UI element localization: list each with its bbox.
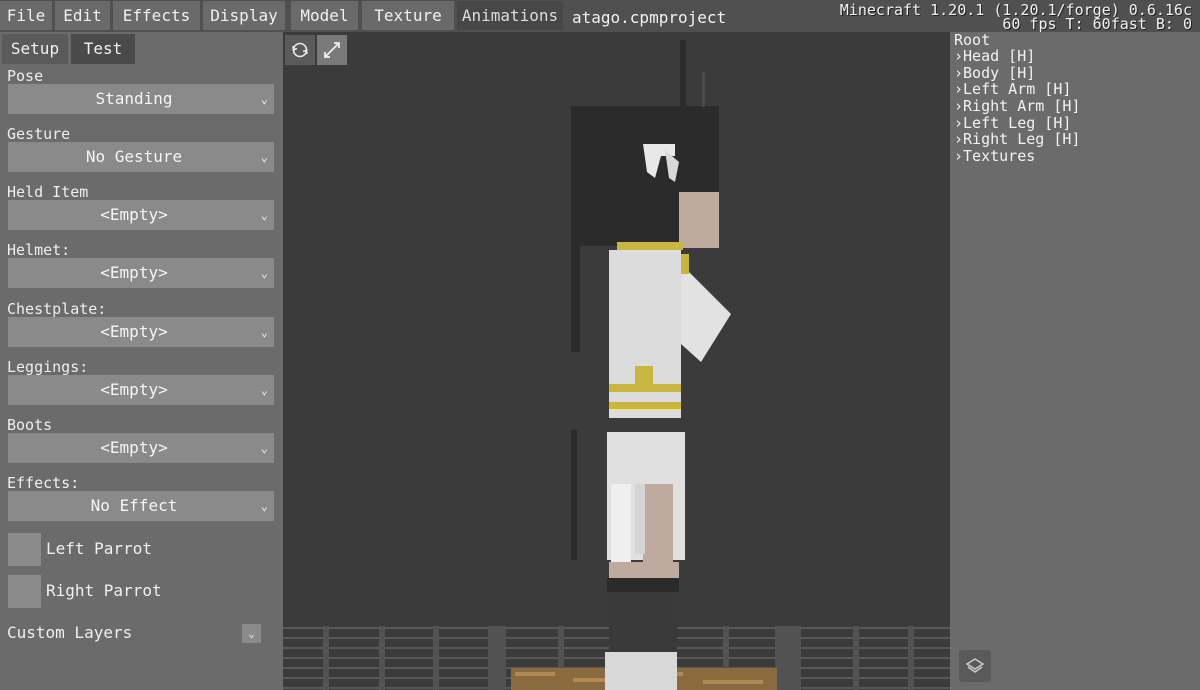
menu-edit[interactable]: Edit <box>55 1 110 30</box>
right-parrot-label: Right Parrot <box>46 581 162 600</box>
chevron-down-icon: ⌄ <box>260 383 268 397</box>
chestplate-dropdown[interactable]: <Empty> ⌄ <box>8 317 274 347</box>
layers-icon <box>965 658 985 673</box>
helmet-label: Helmet: <box>7 241 71 259</box>
fps-readout: 60 fps T: 60fast B: 0 <box>1002 15 1192 33</box>
tree-item-label: Textures <box>963 147 1036 165</box>
tree-item-label: Head [H] <box>963 47 1036 65</box>
chevron-right-icon: › <box>954 147 964 165</box>
chevron-right-icon: › <box>954 97 964 115</box>
gesture-dropdown[interactable]: No Gesture ⌄ <box>8 142 274 172</box>
left-parrot-checkbox[interactable] <box>8 533 41 566</box>
tree-item-left-arm[interactable]: ›Left Arm [H] <box>954 81 1071 98</box>
tree-item-label: Left Arm [H] <box>963 80 1072 98</box>
menu-file[interactable]: File <box>0 1 52 30</box>
tree-item-head[interactable]: ›Head [H] <box>954 48 1035 65</box>
held-item-label: Held Item <box>7 183 89 201</box>
gesture-value: No Gesture <box>85 147 183 166</box>
tab-setup[interactable]: Setup <box>2 34 68 64</box>
menu-effects[interactable]: Effects <box>113 1 200 30</box>
pose-label: Pose <box>7 67 44 85</box>
tree-item-right-arm[interactable]: ›Right Arm [H] <box>954 98 1080 115</box>
held-item-value: <Empty> <box>100 205 168 224</box>
boots-dropdown[interactable]: <Empty> ⌄ <box>8 433 274 463</box>
boots <box>607 578 679 592</box>
pose-dropdown[interactable]: Standing ⌄ <box>8 84 274 114</box>
test-panel: Setup Test Pose Standing ⌄ Gesture No Ge… <box>0 32 283 690</box>
model-tree-panel: Root ›Head [H] ›Body [H] ›Left Arm [H] ›… <box>950 32 1200 690</box>
model-viewport[interactable] <box>283 32 950 690</box>
leggings-value: <Empty> <box>100 380 168 399</box>
effects-dropdown[interactable]: No Effect ⌄ <box>8 491 274 521</box>
chevron-down-icon[interactable]: ⌄ <box>242 624 261 643</box>
menu-display[interactable]: Display <box>203 1 285 30</box>
custom-layers-label: Custom Layers <box>7 623 133 642</box>
pose-value: Standing <box>95 89 173 108</box>
tree-item-label: Right Arm [H] <box>963 97 1081 115</box>
chestplate-label: Chestplate: <box>7 300 107 318</box>
chevron-down-icon: ⌄ <box>260 325 268 339</box>
tab-texture[interactable]: Texture <box>362 1 454 30</box>
effects-label: Effects: <box>7 474 80 492</box>
chevron-down-icon: ⌄ <box>260 441 268 455</box>
helmet-dropdown[interactable]: <Empty> ⌄ <box>8 258 274 288</box>
chevron-right-icon: › <box>954 80 964 98</box>
gesture-label: Gesture <box>7 125 71 143</box>
chevron-down-icon: ⌄ <box>260 150 268 164</box>
project-title: atago.cpmproject <box>572 8 727 27</box>
chevron-down-icon: ⌄ <box>260 208 268 222</box>
arm <box>681 264 731 362</box>
tree-item-textures[interactable]: ›Textures <box>954 148 1035 165</box>
left-parrot-label: Left Parrot <box>46 539 152 558</box>
chevron-right-icon: › <box>954 47 964 65</box>
tree-item-label: Right Leg [H] <box>963 130 1081 148</box>
tab-test[interactable]: Test <box>71 34 135 64</box>
chevron-down-icon: ⌄ <box>260 92 268 106</box>
chevron-down-icon: ⌄ <box>260 266 268 280</box>
menu-bar: File Edit Effects Display Model Texture … <box>0 0 1200 33</box>
boots-label: Boots <box>7 416 53 434</box>
helmet-value: <Empty> <box>100 263 168 282</box>
layers-button[interactable] <box>959 650 991 682</box>
collar <box>617 242 683 250</box>
boots-value: <Empty> <box>100 438 168 457</box>
tree-item-right-leg[interactable]: ›Right Leg [H] <box>954 131 1080 148</box>
chevron-down-icon: ⌄ <box>260 499 268 513</box>
model-render <box>283 40 950 690</box>
leggings-dropdown[interactable]: <Empty> ⌄ <box>8 375 274 405</box>
effects-value: No Effect <box>90 496 178 515</box>
held-item-dropdown[interactable]: <Empty> ⌄ <box>8 200 274 230</box>
tab-animations[interactable]: Animations <box>457 1 563 30</box>
tab-model[interactable]: Model <box>291 1 358 30</box>
leggings-label: Leggings: <box>7 358 89 376</box>
chevron-right-icon: › <box>954 130 964 148</box>
right-parrot-checkbox[interactable] <box>8 575 41 608</box>
chestplate-value: <Empty> <box>100 322 168 341</box>
torso <box>609 250 681 418</box>
